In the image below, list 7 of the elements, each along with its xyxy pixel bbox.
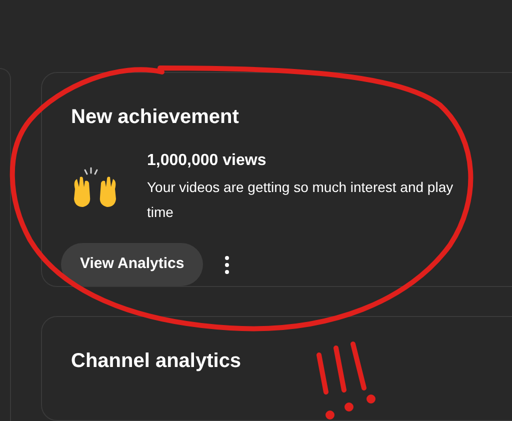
milestone-title: 1,000,000 views: [147, 151, 266, 171]
card-title: Channel analytics: [71, 349, 242, 373]
raising-hands-icon: [71, 167, 119, 209]
card-title: New achievement: [71, 105, 239, 129]
view-analytics-button[interactable]: View Analytics: [61, 243, 204, 286]
achievement-message: Your videos are getting so much interest and play time: [147, 178, 454, 222]
more-options-icon[interactable]: [225, 256, 230, 274]
